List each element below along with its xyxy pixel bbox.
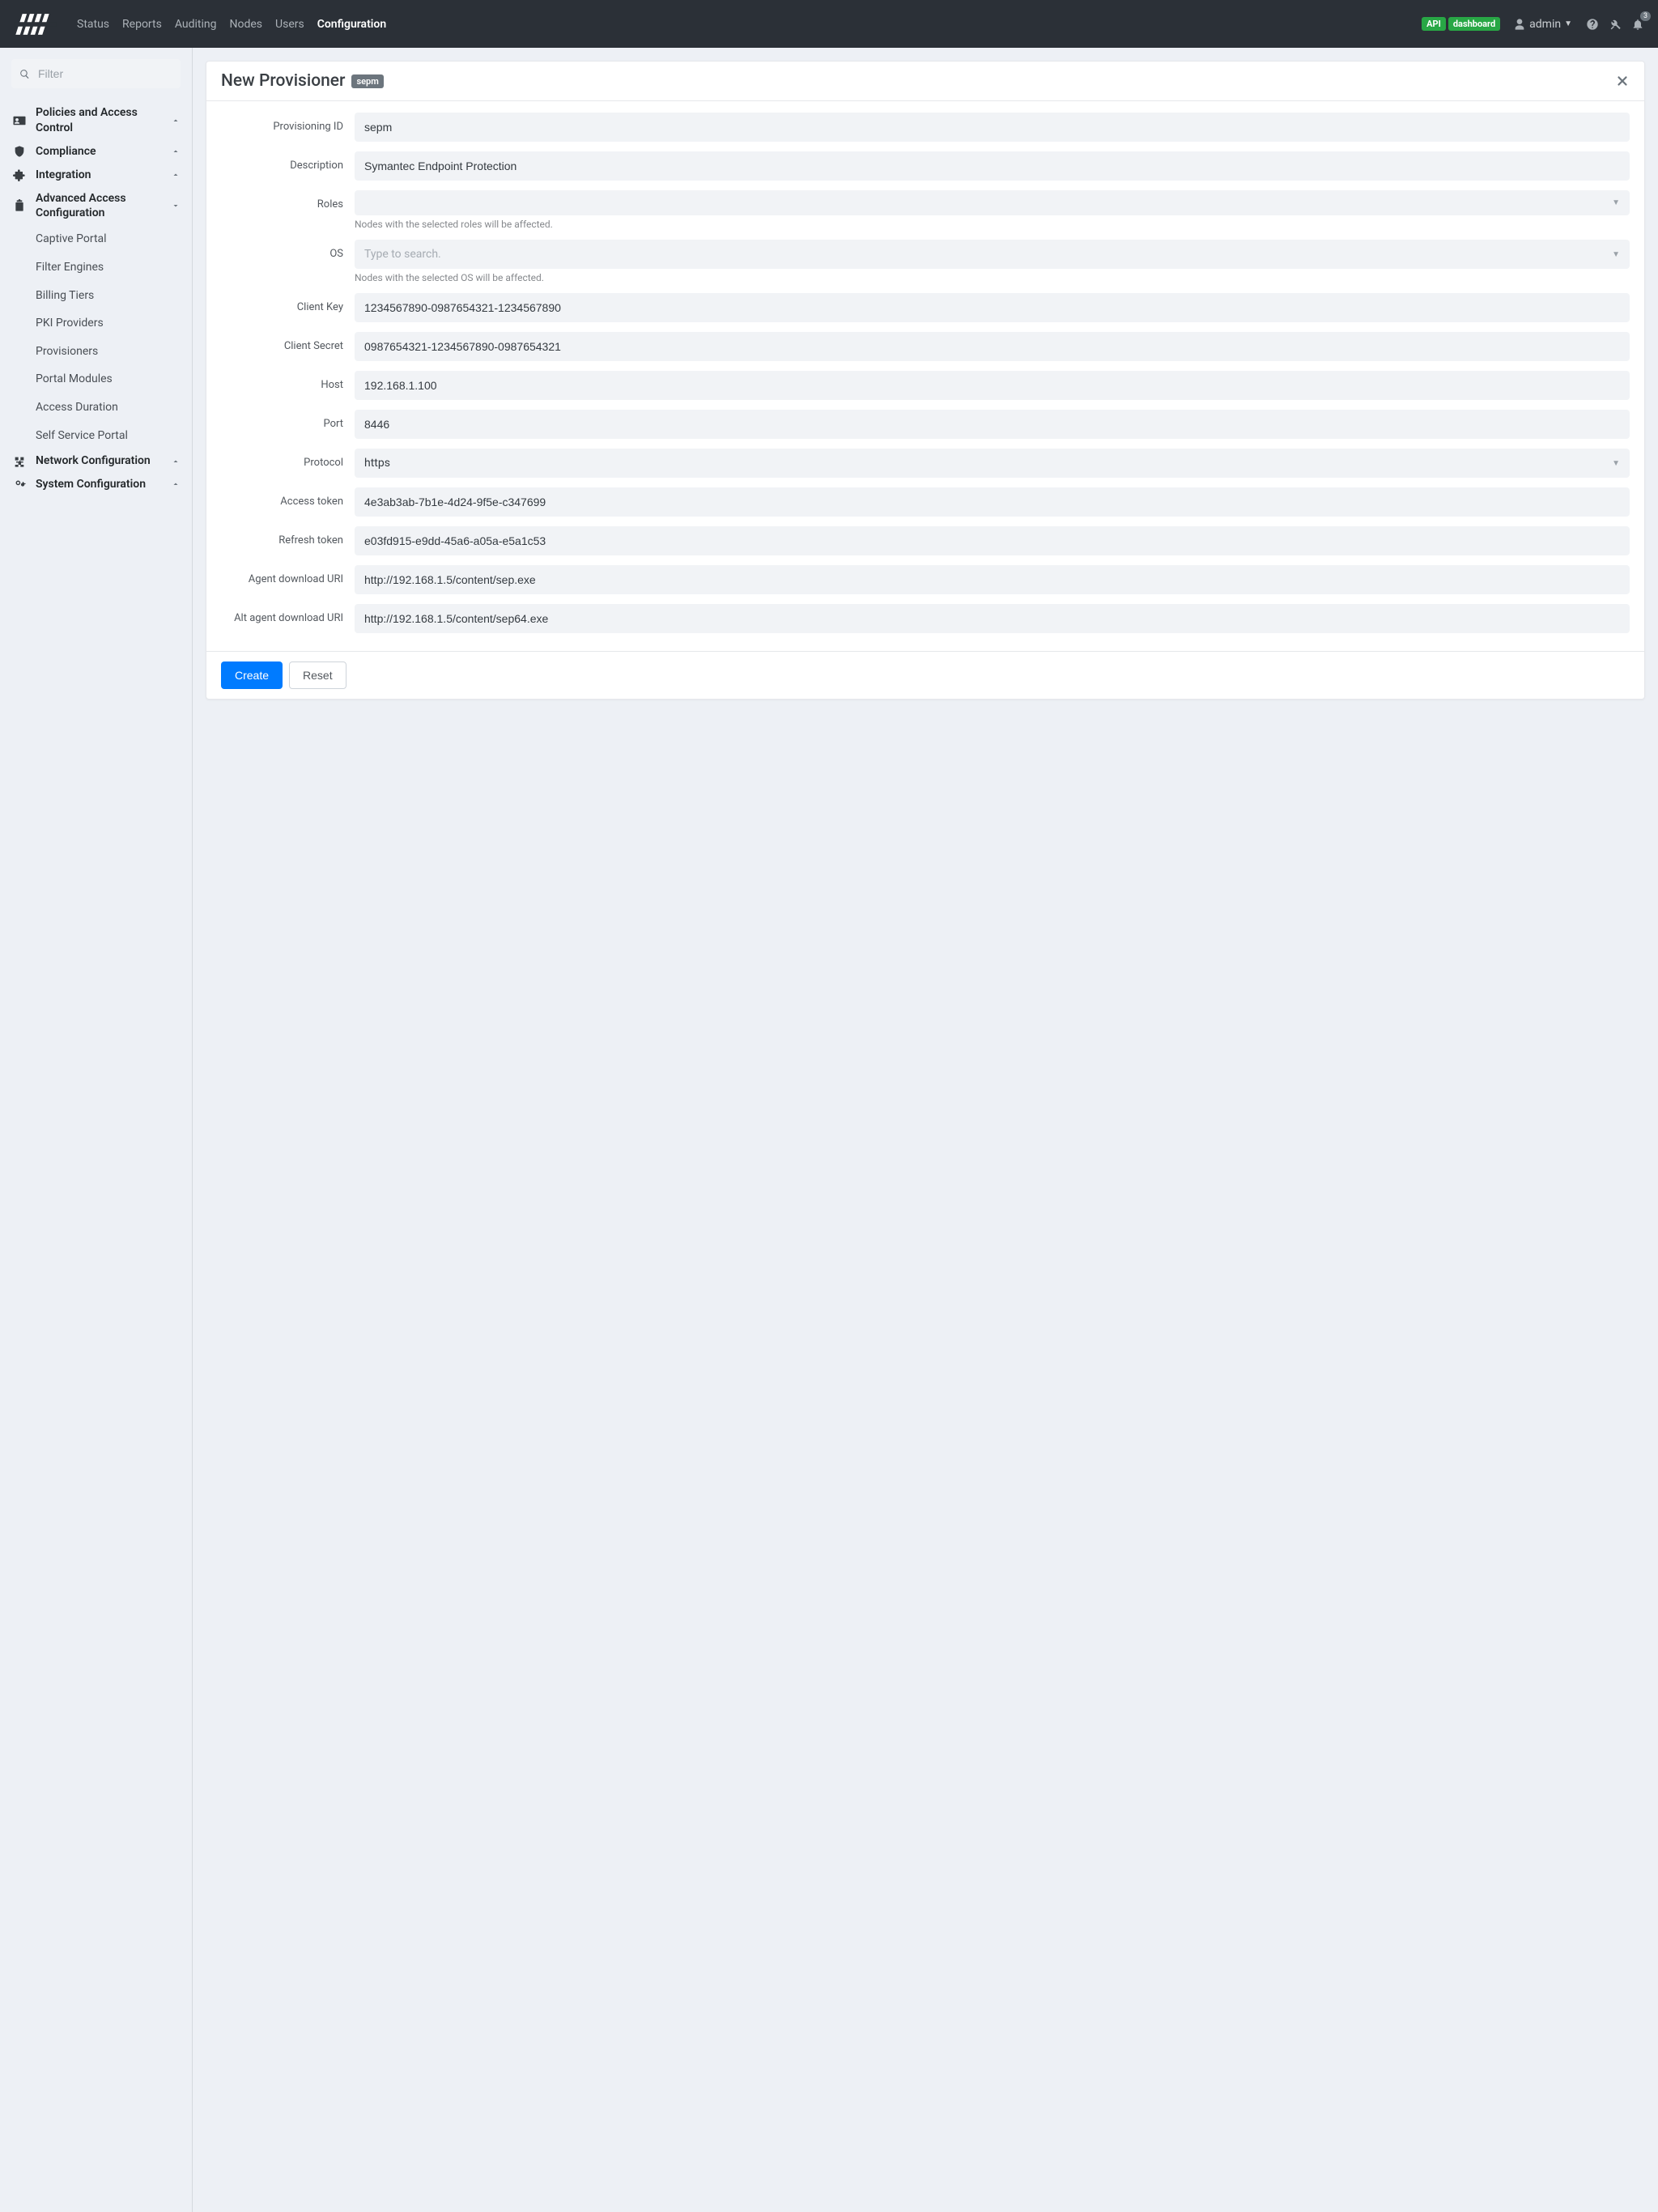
label-agent-uri: Agent download URI [221, 565, 355, 585]
main: New Provisioner sepm Provisioning ID Des… [193, 48, 1658, 2212]
caret-down-icon: ▼ [1612, 198, 1620, 207]
chevron-down-icon: ▼ [1564, 19, 1572, 28]
tab-reports[interactable]: Reports [116, 11, 168, 37]
help-icon[interactable] [1585, 17, 1600, 32]
sidebar-section-integration[interactable]: Integration [11, 164, 181, 187]
card-header: New Provisioner sepm [206, 62, 1644, 101]
chevron-up-icon [171, 147, 181, 156]
tab-nodes[interactable]: Nodes [223, 11, 269, 37]
caret-down-icon: ▼ [1612, 250, 1620, 259]
chevron-up-icon [171, 457, 181, 466]
network-icon [11, 455, 28, 468]
input-client-secret[interactable] [355, 332, 1630, 361]
label-access-token: Access token [221, 487, 355, 508]
title-tag: sepm [351, 74, 383, 88]
tab-configuration[interactable]: Configuration [311, 11, 393, 37]
nav-right: API dashboard admin ▼ 3 [1422, 15, 1645, 34]
api-badge[interactable]: API [1422, 17, 1446, 31]
label-provisioning-id: Provisioning ID [221, 113, 355, 133]
select-protocol[interactable]: https ▼ [355, 449, 1630, 478]
select-roles[interactable]: ▼ [355, 190, 1630, 215]
chevron-up-icon [171, 479, 181, 489]
sidebar-item-filter-engines[interactable]: Filter Engines [11, 253, 181, 282]
tab-status[interactable]: Status [70, 11, 116, 37]
bell-count: 3 [1640, 11, 1651, 21]
dashboard-badge[interactable]: dashboard [1448, 17, 1500, 31]
shield-icon [11, 145, 28, 158]
label-roles: Roles [221, 190, 355, 211]
form: Provisioning ID Description Roles ▼ Node… [206, 101, 1644, 651]
user-icon [1513, 18, 1526, 31]
input-alt-agent-uri[interactable] [355, 604, 1630, 633]
tab-users[interactable]: Users [269, 11, 311, 37]
card-footer: Create Reset [206, 651, 1644, 699]
input-client-key[interactable] [355, 293, 1630, 322]
provisioner-card: New Provisioner sepm Provisioning ID Des… [206, 61, 1645, 700]
chevron-up-icon [171, 116, 181, 125]
sidebar-section-advanced[interactable]: Advanced Access Configuration [11, 187, 181, 226]
label-description: Description [221, 151, 355, 172]
help-os: Nodes with the selected OS will be affec… [355, 272, 1630, 283]
caret-down-icon: ▼ [1612, 459, 1620, 468]
gears-icon [11, 478, 28, 491]
sidebar-item-self-service[interactable]: Self Service Portal [11, 422, 181, 450]
sidebar-item-pki-providers[interactable]: PKI Providers [11, 309, 181, 338]
chevron-up-icon [171, 170, 181, 180]
sidebar-section-compliance[interactable]: Compliance [11, 140, 181, 164]
sidebar-section-network[interactable]: Network Configuration [11, 449, 181, 473]
status-badges: API dashboard [1422, 17, 1500, 31]
user-menu[interactable]: admin ▼ [1508, 15, 1577, 34]
label-refresh-token: Refresh token [221, 526, 355, 547]
puzzle-icon [11, 168, 28, 181]
label-client-secret: Client Secret [221, 332, 355, 352]
sidebar-filter-input[interactable] [38, 67, 185, 80]
label-os: OS [221, 240, 355, 260]
idcard-icon [11, 113, 28, 128]
label-protocol: Protocol [221, 449, 355, 469]
label-client-key: Client Key [221, 293, 355, 313]
input-description[interactable] [355, 151, 1630, 181]
username: admin [1529, 18, 1561, 31]
sidebar: Policies and Access Control Compliance I… [0, 48, 193, 2212]
sidebar-item-provisioners[interactable]: Provisioners [11, 338, 181, 366]
input-provisioning-id[interactable] [355, 113, 1630, 142]
sidebar-filter[interactable] [11, 59, 181, 88]
bell-icon[interactable]: 3 [1630, 17, 1645, 32]
sidebar-item-captive-portal[interactable]: Captive Portal [11, 225, 181, 253]
page-title: New Provisioner sepm [221, 71, 384, 91]
sidebar-section-system[interactable]: System Configuration [11, 473, 181, 496]
tab-auditing[interactable]: Auditing [168, 11, 223, 37]
tools-icon[interactable] [1608, 17, 1622, 32]
sidebar-item-access-duration[interactable]: Access Duration [11, 393, 181, 422]
chevron-down-icon [171, 201, 181, 211]
help-roles: Nodes with the selected roles will be af… [355, 219, 1630, 230]
search-icon [19, 69, 30, 79]
input-port[interactable] [355, 410, 1630, 439]
clipboard-icon [11, 199, 28, 212]
sidebar-item-billing-tiers[interactable]: Billing Tiers [11, 282, 181, 310]
input-refresh-token[interactable] [355, 526, 1630, 555]
sidebar-item-portal-modules[interactable]: Portal Modules [11, 365, 181, 393]
select-os[interactable]: Type to search. ▼ [355, 240, 1630, 269]
reset-button[interactable]: Reset [289, 661, 346, 689]
close-button[interactable] [1615, 74, 1630, 88]
nav-tabs: Status Reports Auditing Nodes Users Conf… [70, 11, 393, 37]
input-agent-uri[interactable] [355, 565, 1630, 594]
logo [13, 11, 57, 38]
input-host[interactable] [355, 371, 1630, 400]
input-access-token[interactable] [355, 487, 1630, 517]
create-button[interactable]: Create [221, 661, 283, 689]
label-port: Port [221, 410, 355, 430]
label-host: Host [221, 371, 355, 391]
sidebar-section-policies[interactable]: Policies and Access Control [11, 101, 181, 140]
label-alt-agent-uri: Alt agent download URI [221, 604, 355, 624]
top-nav: Status Reports Auditing Nodes Users Conf… [0, 0, 1658, 48]
